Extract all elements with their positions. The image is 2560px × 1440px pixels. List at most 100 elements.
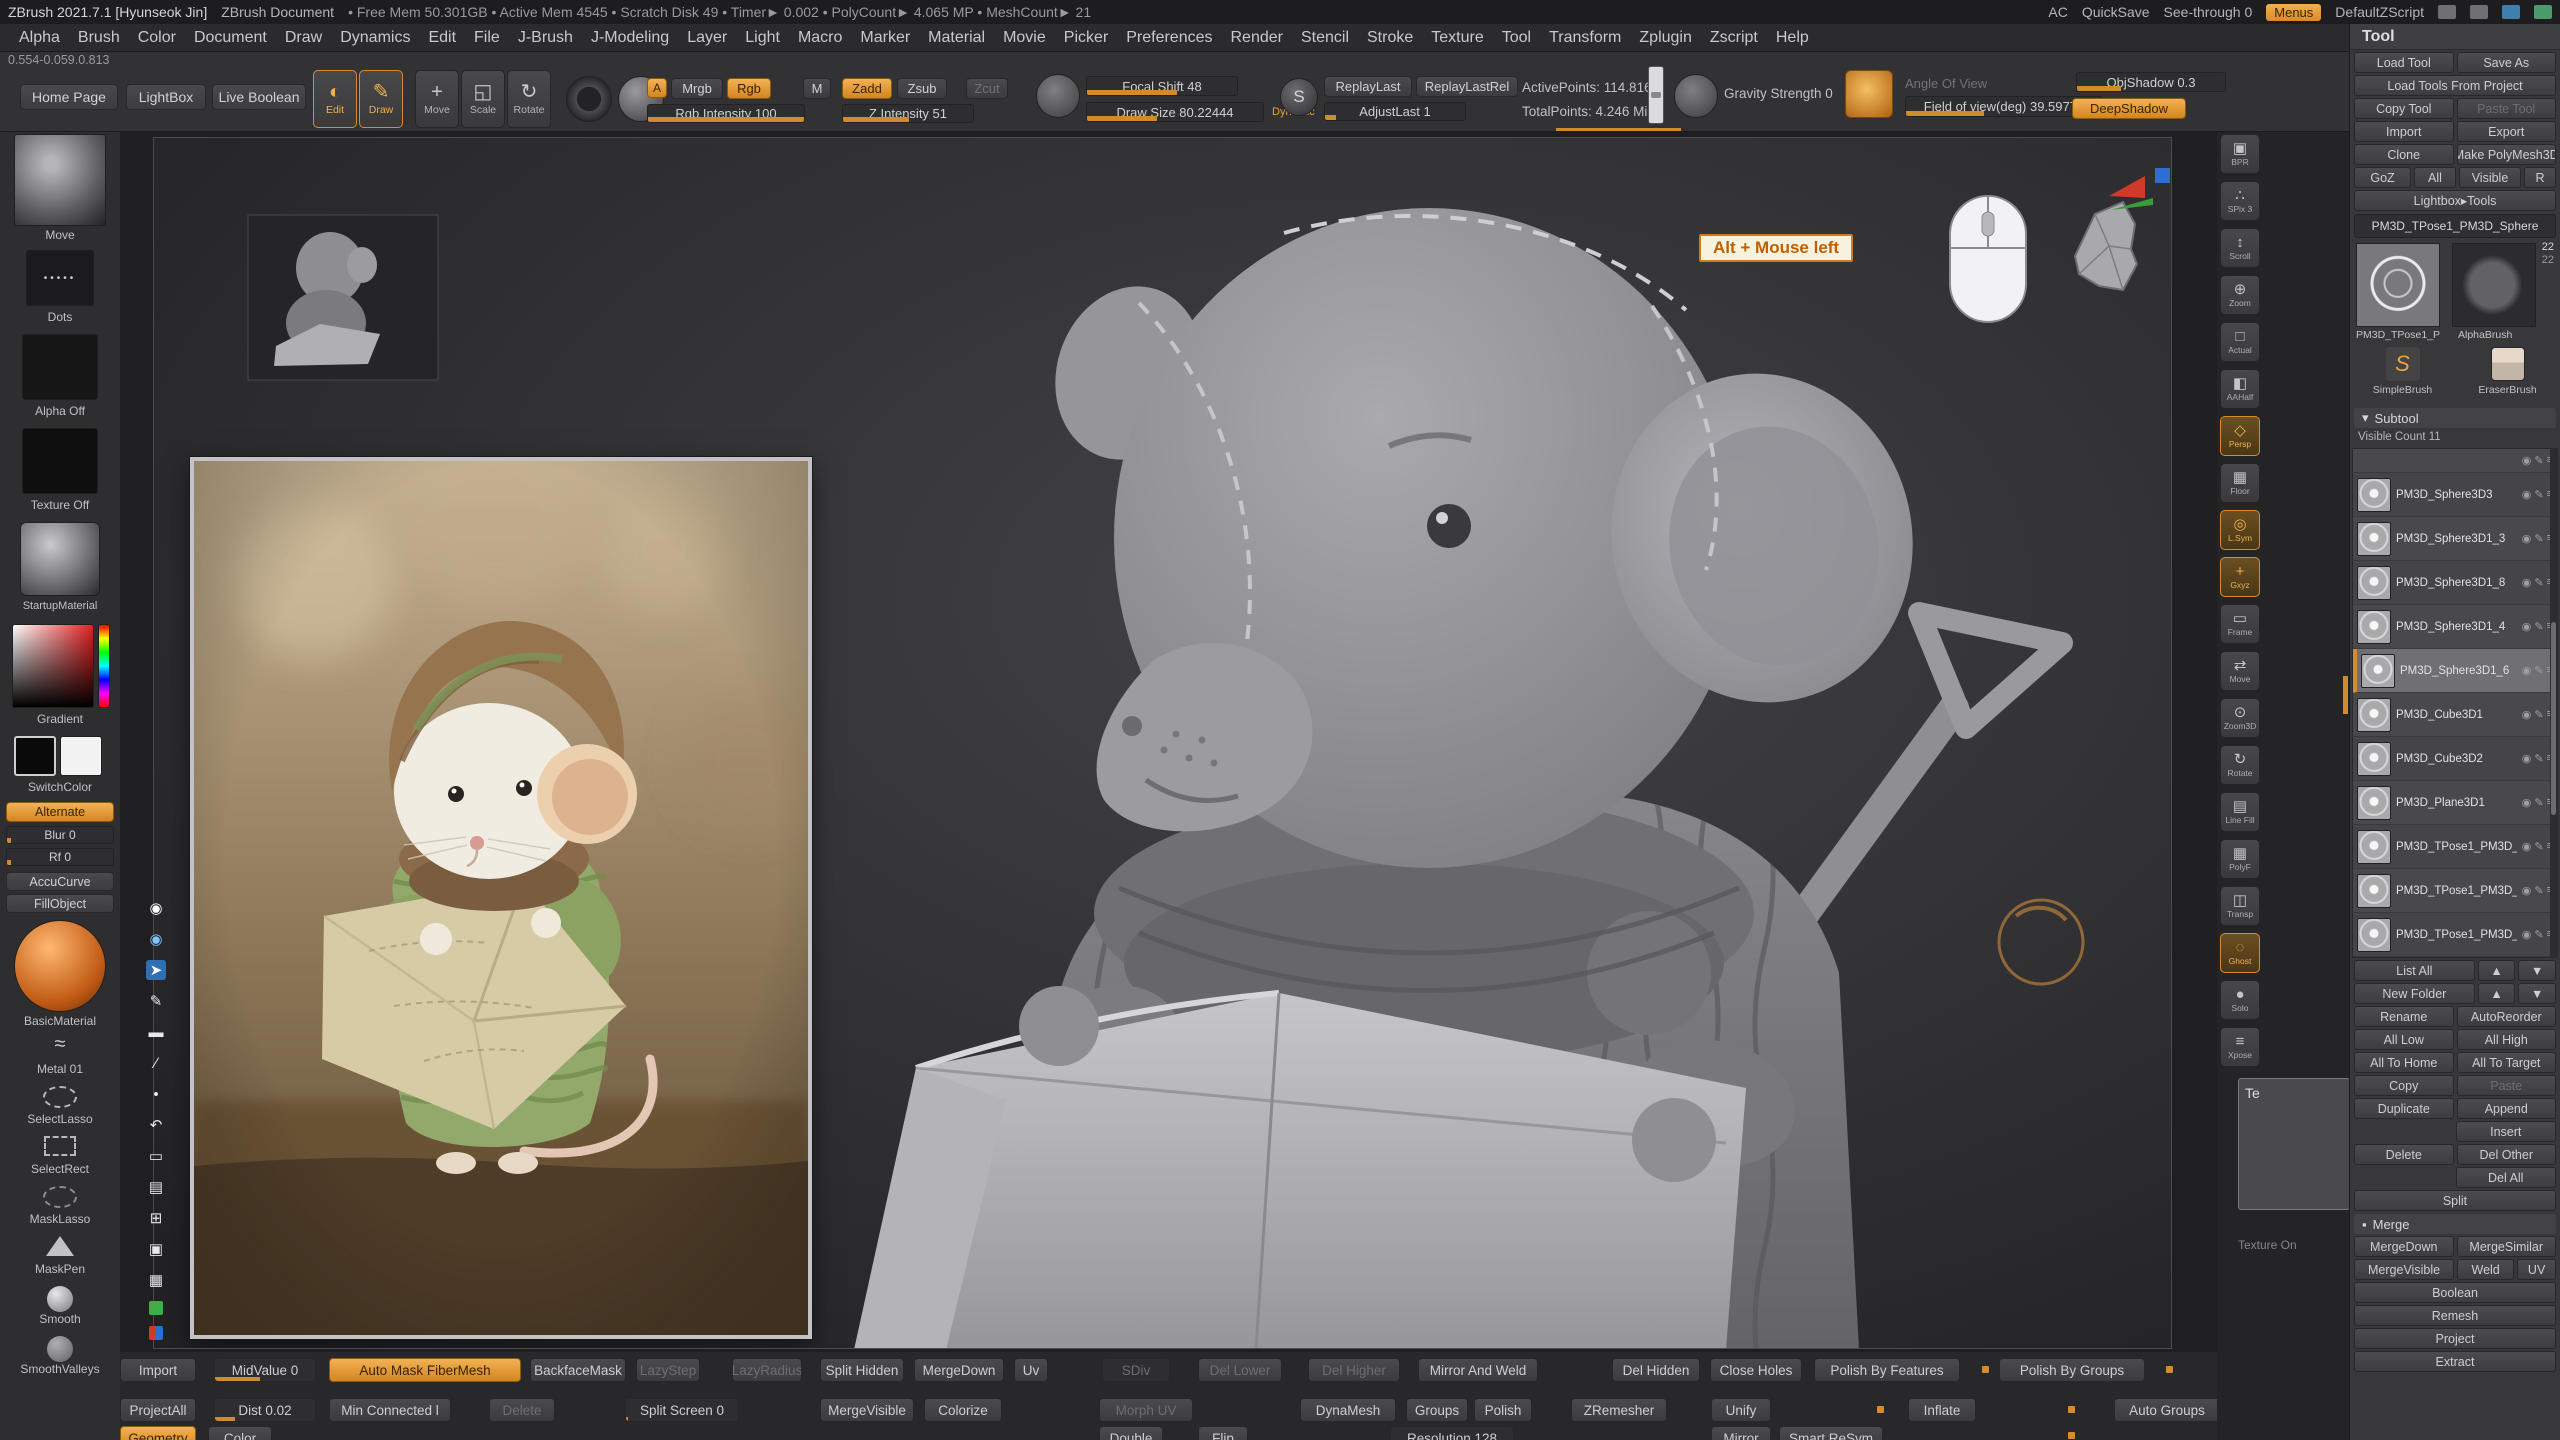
geometry-button[interactable]: Geometry <box>120 1426 196 1440</box>
lazystep-button[interactable]: LazyStep <box>636 1358 700 1382</box>
right-shelf-button[interactable]: ≡ Xpose <box>2220 1027 2260 1067</box>
del-hidden-button[interactable]: Del Hidden <box>1612 1358 1700 1382</box>
active-tool-name[interactable]: PM3D_TPose1_PM3D_Sphere <box>2354 214 2556 238</box>
right-shelf-button[interactable]: ◧ AAHalf <box>2220 369 2260 409</box>
resolution-slider[interactable]: Resolution 128 <box>1390 1426 1514 1440</box>
subtool-eye-icon[interactable]: ◉ <box>2522 840 2532 853</box>
menu-item[interactable]: J-Brush <box>509 29 582 47</box>
subtool-row[interactable]: ◉✎≡ <box>2353 449 2557 473</box>
subtool-row[interactable]: PM3D_Sphere3D1_3 ◉✎≡ <box>2353 517 2557 561</box>
subtool-brush-icon[interactable]: ✎ <box>2534 488 2543 501</box>
menu-item[interactable]: File <box>465 29 509 47</box>
mirror-button[interactable]: Mirror <box>1711 1426 1771 1440</box>
simplebrush-slot[interactable]: S SimpleBrush <box>2354 347 2451 405</box>
see-through-slider[interactable]: See-through 0 <box>2164 4 2253 20</box>
right-shelf-button[interactable]: ▦ PolyF <box>2220 839 2260 879</box>
folder-up-button[interactable]: ▲ <box>2478 983 2516 1004</box>
texture-thumbnail[interactable] <box>22 428 98 494</box>
subtool-row[interactable]: PM3D_Sphere3D1_4 ◉✎≡ <box>2353 605 2557 649</box>
rename-button[interactable]: Rename <box>2354 1006 2454 1027</box>
menu-item[interactable]: Alpha <box>10 29 69 47</box>
min-connected-button[interactable]: Min Connected l <box>329 1398 451 1422</box>
rotate-button[interactable]: ↻Rotate <box>507 70 551 128</box>
draw-button[interactable]: ✎Draw <box>359 70 403 128</box>
subtool-brush-icon[interactable]: ✎ <box>2534 796 2543 809</box>
rgb-button[interactable]: Rgb <box>727 78 771 99</box>
subtool-eye-icon[interactable]: ◉ <box>2522 454 2532 467</box>
projectall-button[interactable]: ProjectAll <box>120 1398 196 1422</box>
subtool-eye-icon[interactable]: ◉ <box>2522 884 2532 897</box>
right-shelf-button[interactable]: ◫ Transp <box>2220 886 2260 926</box>
toggle-dot-icon[interactable] <box>1877 1406 1884 1413</box>
mask-pen-icon[interactable] <box>0 1236 120 1256</box>
brush-ring-icon[interactable] <box>566 76 612 122</box>
all-to-target-button[interactable]: All To Target <box>2457 1052 2557 1073</box>
adjust-last-slider[interactable]: AdjustLast 1 <box>1324 102 1466 121</box>
groups-button[interactable]: Groups <box>1406 1398 1468 1422</box>
polish-by-groups-button[interactable]: Polish By Groups <box>1999 1358 2145 1382</box>
menu-item[interactable]: Layer <box>678 29 736 47</box>
eye-icon[interactable]: ◉ <box>146 929 166 949</box>
toggle-dot-icon[interactable] <box>2166 1366 2173 1373</box>
goz-all-button[interactable]: All <box>2414 167 2456 188</box>
copy-tool-button[interactable]: Copy Tool <box>2354 98 2454 119</box>
subtool-eye-icon[interactable]: ◉ <box>2522 532 2532 545</box>
menu-item[interactable]: J-Modeling <box>582 29 678 47</box>
project-button[interactable]: Project <box>2354 1328 2556 1349</box>
right-shelf-button[interactable]: ⊙ Zoom3D <box>2220 698 2260 738</box>
all-low-button[interactable]: All Low <box>2354 1029 2454 1050</box>
mergevisible-button[interactable]: MergeVisible <box>2354 1259 2454 1280</box>
menu-item[interactable]: Stencil <box>1292 29 1358 47</box>
menu-item[interactable]: Render <box>1221 29 1291 47</box>
subtool-down-button[interactable]: ▼ <box>2518 960 2556 981</box>
zcut-button[interactable]: Zcut <box>966 78 1008 99</box>
import-button[interactable]: Import <box>120 1358 196 1382</box>
uv-button[interactable]: UV <box>2517 1259 2556 1280</box>
select-lasso-icon[interactable] <box>0 1086 120 1108</box>
green-swatch-icon[interactable] <box>149 1301 163 1315</box>
backfacemask-button[interactable]: BackfaceMask <box>530 1358 626 1382</box>
all-high-button[interactable]: All High <box>2457 1029 2557 1050</box>
del-higher-button[interactable]: Del Higher <box>1308 1358 1400 1382</box>
right-shelf-button[interactable]: ⇄ Move <box>2220 651 2260 691</box>
subtool-eye-icon[interactable]: ◉ <box>2522 708 2532 721</box>
menu-item[interactable]: Texture <box>1422 29 1492 47</box>
import-button[interactable]: Import <box>2354 121 2454 142</box>
remesh-button[interactable]: Remesh <box>2354 1305 2556 1326</box>
menu-item[interactable]: Tool <box>1493 29 1540 47</box>
right-shelf-button[interactable]: ◌ Ghost <box>2220 933 2260 973</box>
undo-icon[interactable]: ↶ <box>146 1115 166 1135</box>
metal-icon[interactable]: ≈ <box>0 1034 120 1054</box>
tool-panel-title[interactable]: Tool <box>2350 24 2560 50</box>
flip-button[interactable]: Flip <box>1198 1426 1248 1440</box>
zadd-button[interactable]: Zadd <box>842 78 892 99</box>
mask-lasso-icon[interactable] <box>0 1186 120 1208</box>
menu-item[interactable]: Marker <box>851 29 919 47</box>
subtool-brush-icon[interactable]: ✎ <box>2534 884 2543 897</box>
lazyradius-button[interactable]: LazyRadius <box>732 1358 802 1382</box>
edit-button[interactable]: ◐Edit <box>313 70 357 128</box>
right-shelf-button[interactable]: ▦ Floor <box>2220 463 2260 503</box>
switch-color-label[interactable]: SwitchColor <box>0 780 120 794</box>
morph-uv-button[interactable]: Morph UV <box>1099 1398 1193 1422</box>
document-canvas[interactable]: Alt + Mouse left <box>153 137 2172 1349</box>
mergesimilar-button[interactable]: MergeSimilar <box>2457 1236 2557 1257</box>
ac-toggle[interactable]: AC <box>2048 4 2067 20</box>
toggle-dot-icon[interactable] <box>2068 1432 2075 1439</box>
right-shelf-button[interactable]: ↕ Scroll <box>2220 228 2260 268</box>
move-button[interactable]: +Move <box>415 70 459 128</box>
menu-item[interactable]: Edit <box>419 29 465 47</box>
subtool-row[interactable]: PM3D_TPose1_PM3D_Sphere3 ◉✎≡ <box>2353 913 2557 957</box>
right-shelf-button[interactable]: ↻ Rotate <box>2220 745 2260 785</box>
subtool-brush-icon[interactable]: ✎ <box>2534 620 2543 633</box>
dynamesh-button[interactable]: DynaMesh <box>1300 1398 1396 1422</box>
menu-item[interactable]: Material <box>919 29 994 47</box>
weld-button[interactable]: Weld <box>2457 1259 2514 1280</box>
dist-slider[interactable]: Dist 0.02 <box>214 1398 316 1422</box>
menu-item[interactable]: Stroke <box>1358 29 1422 47</box>
rgb-intensity-slider[interactable]: Rgb Intensity 100 <box>647 104 805 123</box>
default-zscript-button[interactable]: DefaultZScript <box>2335 4 2424 20</box>
delete-subtool-button[interactable]: Delete <box>2354 1144 2454 1165</box>
auto-mask-fibermesh-button[interactable]: Auto Mask FiberMesh <box>329 1358 521 1382</box>
right-shelf-button[interactable]: + Gxyz <box>2220 557 2260 597</box>
